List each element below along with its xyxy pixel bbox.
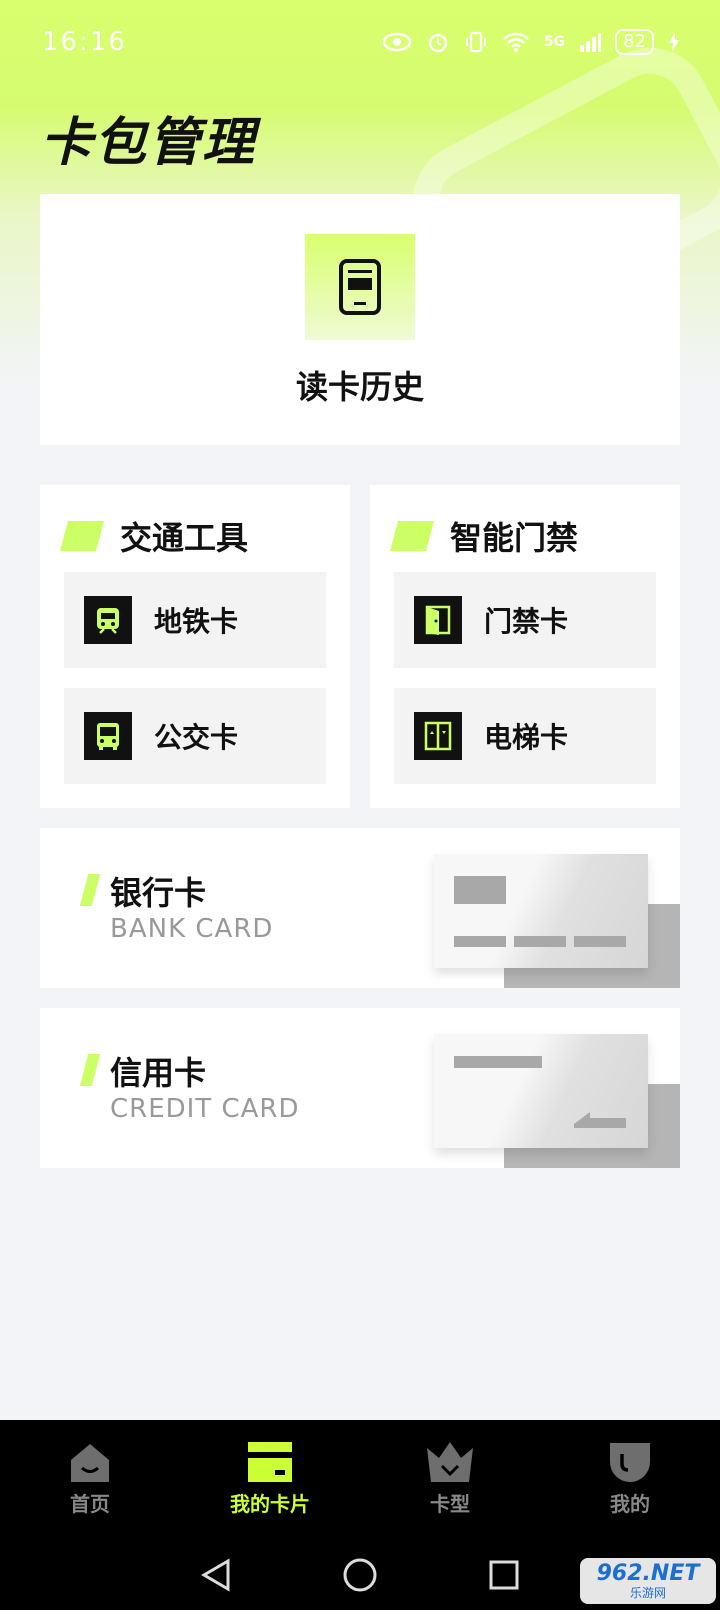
status-bar: 16:16 5G 82 (0, 0, 720, 84)
bus-icon (84, 712, 132, 760)
group-header: 交通工具 (59, 513, 249, 559)
card-stripe (454, 1056, 542, 1068)
bus-card-item[interactable]: 公交卡 (64, 688, 326, 784)
card-chip (454, 876, 506, 904)
page-title: 卡包管理 (40, 113, 257, 173)
watermark-sub: 乐游网 (629, 1586, 666, 1600)
credit-card-entry[interactable]: 信用卡 CREDIT CARD (40, 1008, 680, 1168)
bank-card-title: 银行卡 (110, 874, 207, 912)
bottom-tab-bar: 首页 我的卡片 卡型 我的 (0, 1420, 720, 1540)
tab-home[interactable]: 首页 (0, 1420, 180, 1540)
card-number-segment (454, 936, 506, 947)
tab-card-type-label: 卡型 (430, 1492, 470, 1516)
tab-profile-label: 我的 (610, 1492, 650, 1516)
tab-home-label: 首页 (70, 1492, 110, 1516)
bus-card-label: 公交卡 (154, 721, 239, 754)
charging-icon (669, 32, 679, 52)
card-icon (247, 1438, 293, 1484)
access-card-label: 门禁卡 (484, 605, 569, 638)
credit-card-title: 信用卡 (110, 1054, 207, 1092)
card-pointer-icon (574, 1112, 626, 1128)
bank-card-subtitle: BANK CARD (110, 914, 274, 944)
credit-card-subtitle: CREDIT CARD (110, 1094, 300, 1124)
alarm-icon (428, 33, 448, 53)
group-title: 交通工具 (120, 519, 249, 557)
bank-card-entry[interactable]: 银行卡 BANK CARD (40, 828, 680, 988)
access-card-item[interactable]: 门禁卡 (394, 572, 656, 668)
tab-profile[interactable]: 我的 (540, 1420, 720, 1540)
group-transport: 交通工具 地铁卡 公交卡 (40, 485, 350, 808)
card-illustration (434, 854, 648, 968)
metro-card-item[interactable]: 地铁卡 (64, 572, 326, 668)
metro-card-label: 地铁卡 (154, 605, 239, 638)
metro-icon (84, 596, 132, 644)
read-history-card[interactable]: 读卡历史 (40, 194, 680, 445)
card-number-segment (574, 936, 626, 947)
card-illustration (434, 1034, 648, 1148)
crown-icon (425, 1438, 475, 1484)
door-icon (414, 596, 462, 644)
elevator-icon (414, 712, 462, 760)
phone-card-icon (339, 259, 381, 315)
profile-icon (607, 1438, 653, 1484)
bank-mark (79, 1054, 101, 1086)
tab-card-type[interactable]: 卡型 (360, 1420, 540, 1540)
home-nav-icon[interactable] (342, 1557, 378, 1593)
tab-my-cards[interactable]: 我的卡片 (180, 1420, 360, 1540)
elevator-card-item[interactable]: 电梯卡 (394, 688, 656, 784)
wifi-icon (502, 32, 529, 52)
group-title: 智能门禁 (450, 519, 579, 557)
home-icon (67, 1438, 113, 1484)
card-number-segment (514, 936, 566, 947)
watermark-main: 962.NET (596, 1561, 700, 1586)
elevator-card-label: 电梯卡 (484, 721, 569, 754)
tab-my-cards-label: 我的卡片 (230, 1492, 310, 1516)
history-icon-box (305, 234, 415, 340)
eye-icon (382, 32, 412, 52)
status-icons: 5G 82 (382, 29, 680, 55)
status-time: 16:16 (42, 27, 127, 57)
battery-indicator: 82 (615, 29, 654, 55)
vibrate-icon (465, 31, 486, 53)
group-header: 智能门禁 (389, 513, 579, 559)
bank-mark (79, 874, 101, 906)
group-smart-access: 智能门禁 门禁卡 电梯卡 (370, 485, 680, 808)
group-mark (59, 521, 105, 551)
site-watermark: 962.NET 乐游网 (580, 1558, 716, 1604)
back-icon[interactable] (200, 1558, 232, 1592)
group-mark (389, 521, 435, 551)
network-label: 5G (543, 34, 566, 50)
read-history-label: 读卡历史 (295, 368, 424, 406)
signal-icon (580, 33, 602, 52)
recents-icon[interactable] (488, 1559, 520, 1591)
